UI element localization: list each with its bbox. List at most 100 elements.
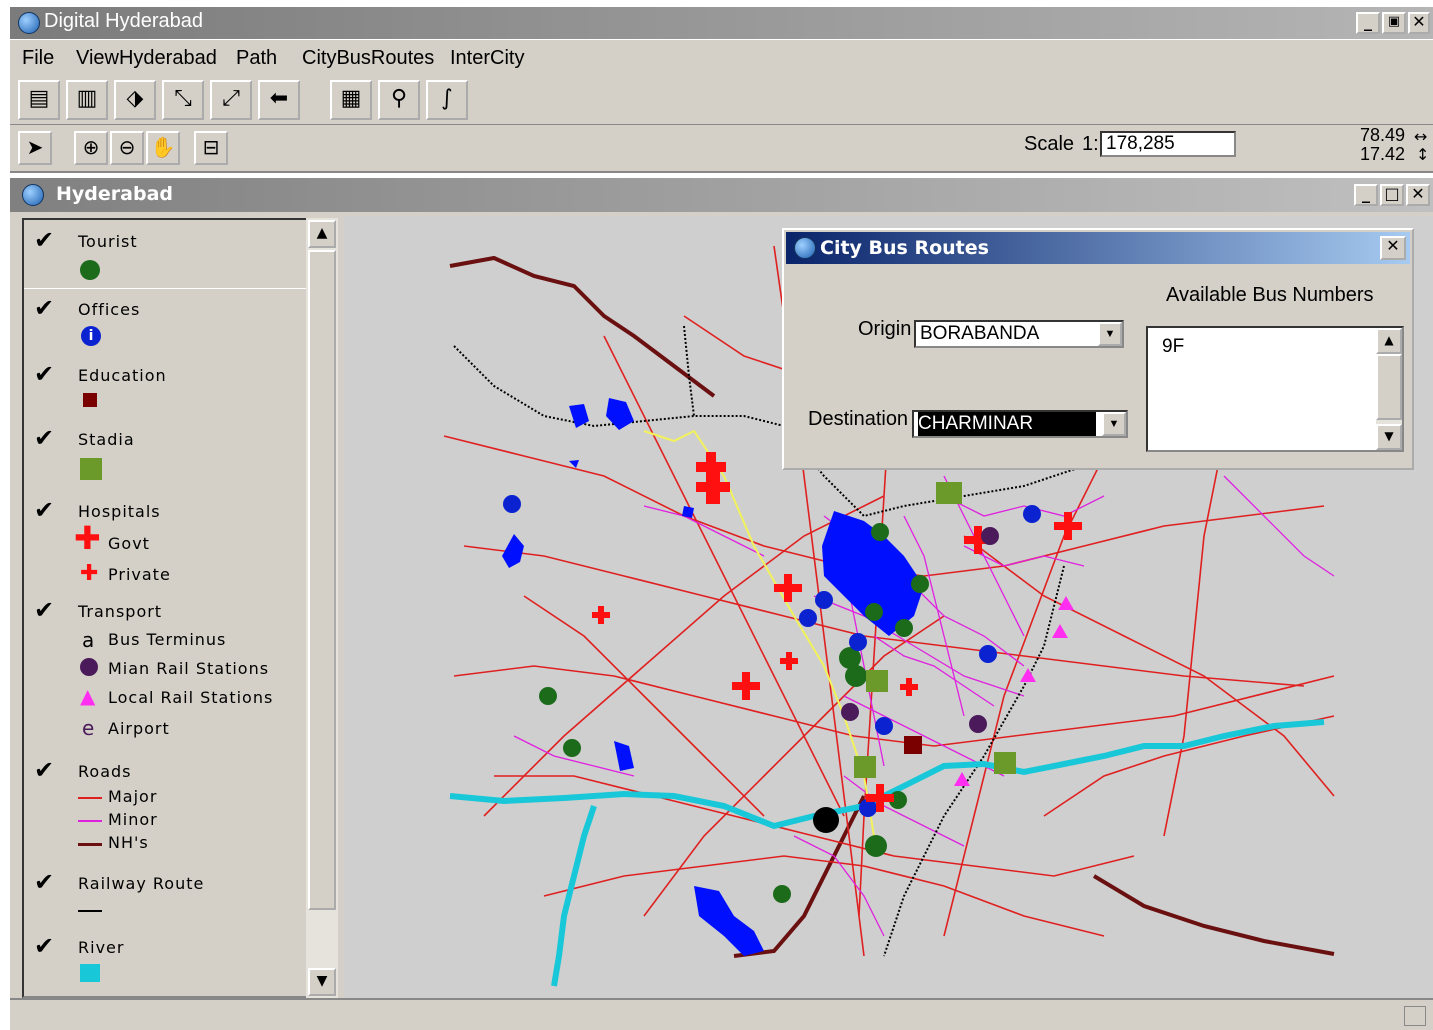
origin-value: BORABANDA [920, 323, 1040, 344]
app-titlebar: Digital Hyderabad _ ▣ ✕ [10, 7, 1433, 39]
private-hospital-icon: ✚ [80, 561, 99, 586]
city-bus-routes-dialog: City Bus Routes ✕ Available Bus Numbers … [782, 228, 1414, 470]
info-icon: i [81, 326, 101, 346]
hospitals-checkbox[interactable]: ✔ [34, 496, 54, 524]
origin-select[interactable]: BORABANDA ▼ [914, 320, 1124, 348]
tourist-symbol [80, 260, 100, 280]
bus-numbers-list[interactable]: 9F ▲ ▼ [1146, 326, 1404, 452]
tourist-checkbox[interactable]: ✔ [34, 226, 54, 254]
legend-education: Education [78, 366, 167, 385]
legend-private: Private [108, 565, 171, 584]
scroll-down-button[interactable]: ▼ [308, 968, 336, 996]
main-toolbar: ▤ ▥ ⬗ ⤡ ⤢ ⬅ ▦ ⚲ ∫ [10, 76, 1433, 125]
railway-swatch [78, 910, 102, 912]
scroll-down-button[interactable]: ▼ [1376, 424, 1402, 450]
zoom-in-fixed-icon[interactable]: ⤡ [162, 80, 204, 120]
layer-edit-icon[interactable]: ▥ [66, 80, 108, 120]
map-close-button[interactable]: ✕ [1406, 184, 1430, 206]
pan-hand-icon[interactable]: ✋ [146, 131, 180, 165]
railway-checkbox[interactable]: ✔ [34, 868, 54, 896]
river-checkbox[interactable]: ✔ [34, 932, 54, 960]
legend-selected-row [24, 220, 308, 289]
airport-marker [813, 807, 839, 833]
globe-icon [794, 237, 816, 259]
legend-panel: ✔ Tourist ✔ Offices i ✔ Education ✔ Stad… [22, 218, 338, 998]
back-icon[interactable]: ⬅ [258, 80, 300, 120]
dialog-close-button[interactable]: ✕ [1380, 236, 1406, 260]
coord-x: 78.49 [1360, 125, 1406, 145]
layer-add-icon[interactable]: ▤ [18, 80, 60, 120]
scale-prefix: 1: [1082, 133, 1099, 155]
origin-label: Origin [858, 318, 912, 340]
map-maximize-button[interactable]: □ [1380, 184, 1404, 206]
app-title: Digital Hyderabad [44, 10, 203, 32]
vertical-arrow-icon: ↕ [1416, 145, 1430, 164]
zoom-out-fixed-icon[interactable]: ⤢ [210, 80, 252, 120]
transport-checkbox[interactable]: ✔ [34, 596, 54, 624]
stadia-symbol [80, 458, 102, 480]
major-road-swatch [78, 797, 102, 799]
education-checkbox[interactable]: ✔ [34, 360, 54, 388]
chevron-down-icon[interactable]: ▼ [1102, 412, 1126, 436]
roads-checkbox[interactable]: ✔ [34, 756, 54, 784]
route-path-icon[interactable]: ∫ [426, 80, 468, 120]
restore-button[interactable]: ▣ [1382, 12, 1406, 34]
menu-bar: File ViewHyderabad Path CityBusRoutes In… [10, 40, 1433, 76]
dialog-title: City Bus Routes [820, 237, 989, 259]
scroll-up-button[interactable]: ▲ [308, 220, 336, 248]
globe-icon [22, 184, 44, 206]
menu-city-bus-routes[interactable]: CityBusRoutes [302, 47, 434, 70]
legend-main-rail: Mian Rail Stations [108, 659, 270, 678]
available-bus-label: Available Bus Numbers [1166, 284, 1374, 306]
minimize-button[interactable]: _ [1356, 12, 1380, 34]
map-navigate-icon[interactable]: ⬗ [114, 80, 156, 120]
minor-road-swatch [78, 820, 102, 822]
map-minimize-button[interactable]: _ [1354, 184, 1378, 206]
menu-intercity[interactable]: InterCity [450, 47, 524, 70]
menu-file[interactable]: File [22, 47, 54, 70]
navigation-toolbar: ➤ ⊕ ⊖ ✋ ⊟ Scale 1: 178,285 78.49 17.42 ↔… [10, 125, 1433, 173]
status-bar [10, 998, 1433, 1030]
legend-stadia: Stadia [78, 430, 135, 449]
legend-nhs: NH's [108, 833, 149, 852]
zoom-out-icon[interactable]: ⊖ [110, 131, 144, 165]
menu-path[interactable]: Path [236, 47, 277, 70]
dialog-titlebar: City Bus Routes ✕ [786, 232, 1410, 264]
close-button[interactable]: ✕ [1408, 12, 1430, 34]
stadia-checkbox[interactable]: ✔ [34, 424, 54, 452]
education-marker [904, 736, 922, 754]
legend-offices: Offices [78, 300, 141, 319]
menu-view-hyderabad[interactable]: ViewHyderabad [76, 47, 217, 70]
zoom-in-icon[interactable]: ⊕ [74, 131, 108, 165]
legend-bus-terminus: Bus Terminus [108, 630, 227, 649]
map-extent-icon[interactable]: ▦ [330, 80, 372, 120]
bus-terminus-icon: a [82, 628, 96, 652]
main-rail-icon [80, 658, 98, 676]
legend-govt: Govt [108, 534, 150, 553]
identify-icon[interactable]: ⊟ [194, 131, 228, 165]
chevron-down-icon[interactable]: ▼ [1098, 322, 1122, 346]
scroll-up-button[interactable]: ▲ [1376, 328, 1402, 354]
destination-select[interactable]: CHARMINAR ▼ [912, 410, 1128, 438]
legend-tourist: Tourist [78, 232, 138, 251]
legend-roads: Roads [78, 762, 132, 781]
offices-checkbox[interactable]: ✔ [34, 294, 54, 322]
resize-grip-icon[interactable] [1404, 1006, 1426, 1026]
scroll-thumb[interactable] [308, 250, 336, 910]
legend-local-rail: Local Rail Stations [108, 688, 274, 707]
pointer-icon[interactable]: ➤ [18, 131, 52, 165]
find-binoculars-icon[interactable]: ⚲ [378, 80, 420, 120]
horizontal-arrow-icon: ↔ [1414, 127, 1428, 146]
list-item[interactable]: 9F [1162, 336, 1184, 358]
legend-railway: Railway Route [78, 874, 205, 893]
coord-y: 17.42 [1360, 144, 1406, 164]
legend-river: River [78, 938, 125, 957]
map-window-titlebar: Hyderabad _ □ ✕ [10, 178, 1433, 212]
scroll-thumb[interactable] [1376, 354, 1402, 420]
list-scrollbar[interactable]: ▲ ▼ [1376, 328, 1402, 450]
legend-transport: Transport [78, 602, 163, 621]
govt-hospital-icon: ✚ [74, 519, 101, 557]
scale-input[interactable]: 178,285 [1100, 131, 1236, 157]
legend-scrollbar[interactable]: ▲ ▼ [306, 218, 338, 998]
legend-airport: Airport [108, 719, 170, 738]
